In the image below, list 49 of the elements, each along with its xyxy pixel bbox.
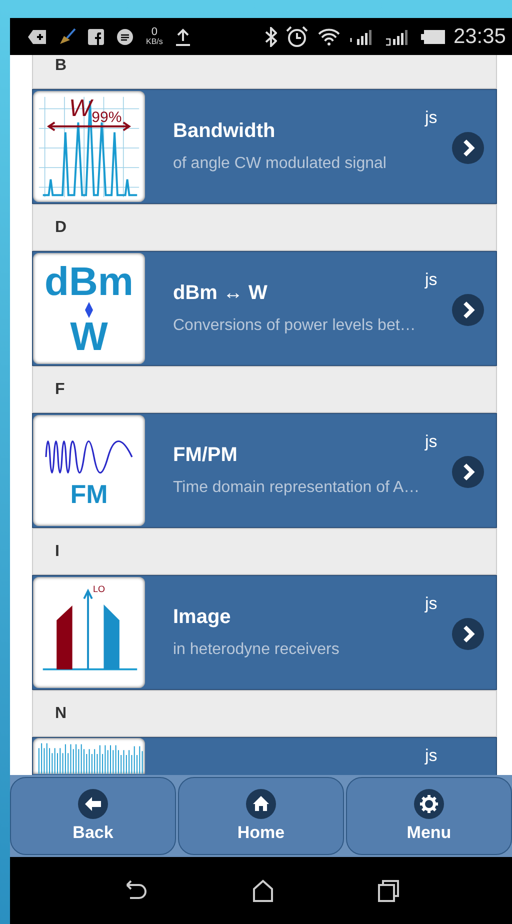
section-letter: I [55, 542, 60, 560]
settings-icon [414, 789, 444, 819]
item-tag: js [425, 432, 438, 452]
item-tag: js [425, 270, 438, 290]
list-item[interactable]: FM FM/PM Time domain representation of A… js [32, 413, 497, 528]
alarm-clock-icon [285, 24, 310, 48]
list-item[interactable]: dBm W dBm ↔ W Conversions of power levels bet… js [32, 251, 497, 366]
item-tag: js [425, 108, 438, 128]
item-title: FM/PM [173, 444, 238, 467]
thumbnail-label: W [70, 318, 108, 356]
section-letter: F [55, 380, 65, 398]
item-subtitle: Time domain representation of A… [173, 479, 420, 497]
item-title: Bandwidth [173, 120, 276, 143]
toolbar-button[interactable]: Back [10, 777, 176, 855]
chevron-right-icon [452, 132, 484, 164]
battery-icon [421, 30, 446, 44]
facebook-icon [88, 28, 104, 44]
thumbnail-label: LO [93, 584, 106, 594]
item-subtitle: in heterodyne receivers [173, 641, 340, 659]
chevron-right-icon [452, 618, 484, 650]
chat-bubble-icon [116, 28, 134, 46]
item-title: Image [173, 606, 232, 629]
chevron-right-icon [452, 456, 484, 488]
item-subtitle: Conversions of power levels bet… [173, 317, 416, 335]
toolbar-button[interactable]: Home [178, 777, 344, 855]
speed-unit: KB/s [146, 36, 163, 46]
wifi-icon [317, 26, 342, 46]
bluetooth-icon [265, 26, 278, 46]
thumbnail-label: FM [70, 480, 108, 508]
toolbar-button[interactable]: Menu [346, 777, 512, 855]
clock-time: 23:35 [453, 24, 506, 48]
add-notification-icon [28, 30, 46, 44]
list-item[interactable]: js [32, 737, 497, 775]
chevron-right-icon [452, 294, 484, 326]
list-item[interactable]: LO Image in heterodyne receivers js [32, 575, 497, 690]
item-subtitle: of angle CW modulated signal [173, 155, 386, 173]
item-title: dBm ↔ W [173, 282, 268, 305]
item-tag: js [425, 594, 438, 614]
recent-apps-icon[interactable] [376, 878, 401, 902]
section-letter: B [55, 56, 67, 74]
speed-value: 0 [151, 26, 158, 36]
home-icon [246, 789, 276, 819]
thumbnail-label: dBm [44, 262, 134, 302]
diamond-icon [85, 302, 93, 318]
section-letter: D [55, 218, 67, 236]
home-icon[interactable] [252, 878, 274, 902]
item-tag: js [425, 746, 438, 766]
section-letter: N [55, 704, 67, 722]
upload-icon [174, 28, 191, 46]
